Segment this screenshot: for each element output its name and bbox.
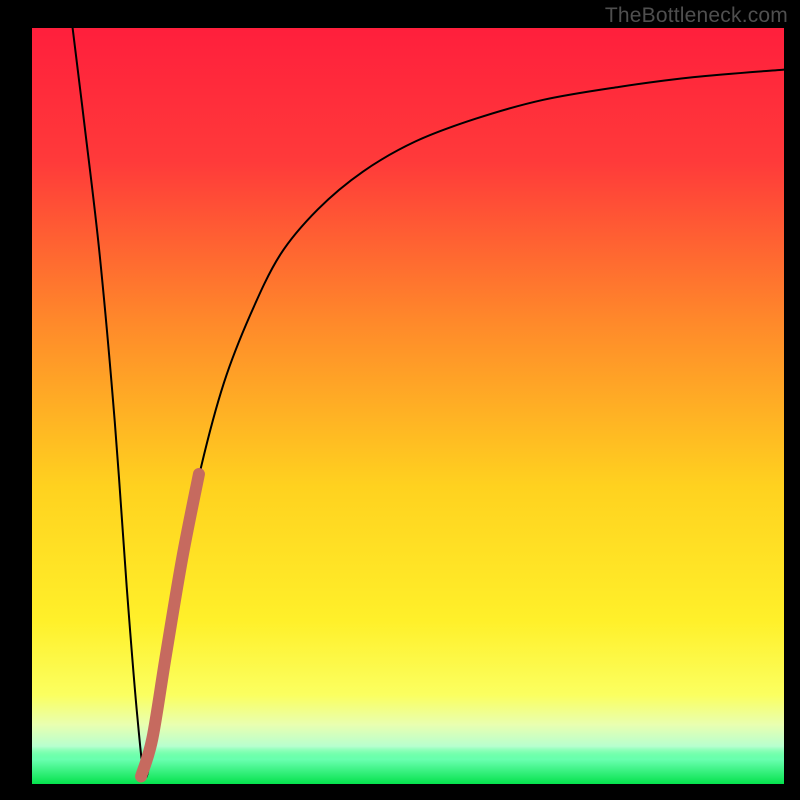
chart-stage: TheBottleneck.com bbox=[0, 0, 800, 800]
watermark-text: TheBottleneck.com bbox=[605, 4, 788, 28]
curve-main bbox=[73, 28, 784, 777]
bottleneck-curve bbox=[32, 28, 784, 784]
plot-area bbox=[32, 28, 784, 784]
curve-highlight bbox=[141, 474, 199, 776]
